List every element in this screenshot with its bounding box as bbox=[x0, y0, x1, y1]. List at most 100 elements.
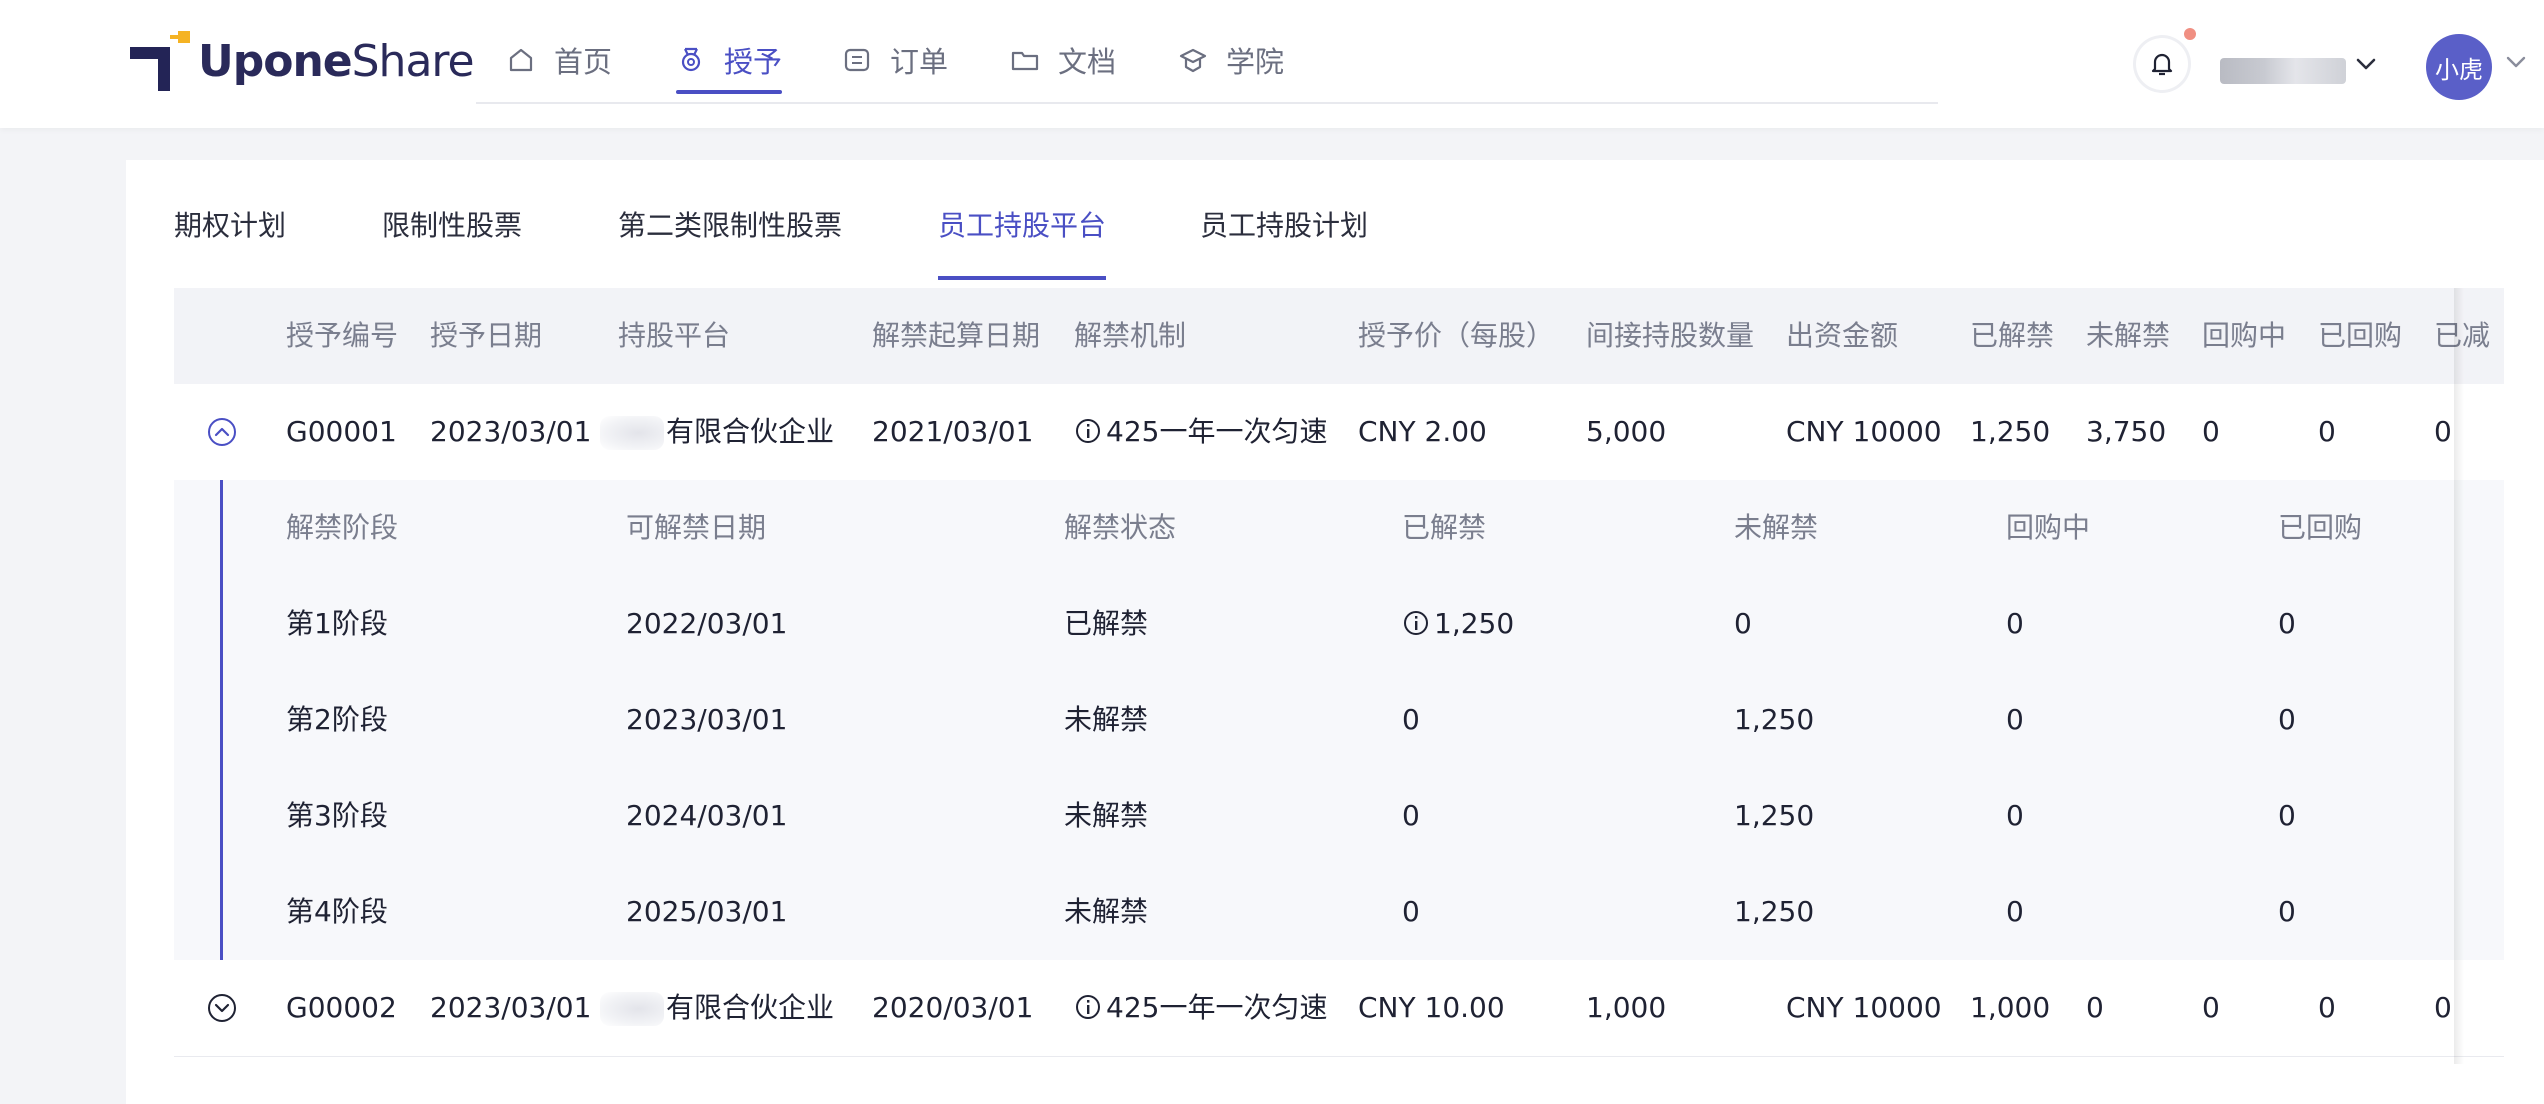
vest-start: 2020/03/01 bbox=[872, 991, 1034, 1024]
vest-status: 未解禁 bbox=[1064, 799, 1149, 832]
repurchased: 0 bbox=[2278, 607, 2296, 640]
vesting-detail-panel: 解禁阶段 可解禁日期 解禁状态 已解禁 未解禁 回购中 已回购 第1阶段 202… bbox=[174, 480, 2504, 960]
vesting-stage-row: 第4阶段 2025/03/01 未解禁 0 1,250 0 0 bbox=[174, 864, 2504, 960]
repurchasing: 0 bbox=[2006, 703, 2024, 736]
tab-restricted-stock[interactable]: 限制性股票 bbox=[382, 204, 522, 244]
sub-col-repurchasing: 回购中 bbox=[2006, 511, 2091, 544]
logo-text: UponeShare bbox=[198, 35, 475, 87]
vesting-stage-row: 第2阶段 2023/03/01 未解禁 0 1,250 0 0 bbox=[174, 672, 2504, 768]
nav-item-docs[interactable]: 文档 bbox=[1010, 32, 1116, 88]
col-amount[interactable]: 出资金额 bbox=[1786, 288, 1898, 384]
sub-col-repurchased: 已回购 bbox=[2278, 511, 2363, 544]
vest-start: 2021/03/01 bbox=[872, 415, 1034, 448]
vest-date: 2025/03/01 bbox=[626, 895, 788, 928]
vest-date: 2024/03/01 bbox=[626, 799, 788, 832]
amount: CNY 10000 bbox=[1786, 991, 1942, 1024]
vested: 0 bbox=[1402, 895, 1420, 928]
info-icon[interactable] bbox=[1074, 993, 1102, 1021]
stage: 第2阶段 bbox=[286, 703, 388, 736]
notification-dot bbox=[2184, 28, 2196, 40]
sub-col-stage: 解禁阶段 bbox=[286, 511, 399, 544]
col-repurchasing[interactable]: 回购中 bbox=[2202, 288, 2286, 384]
company-switcher[interactable] bbox=[2220, 58, 2346, 84]
col-price[interactable]: 授予价（每股） bbox=[1358, 288, 1554, 384]
repurchasing: 0 bbox=[2202, 991, 2220, 1024]
col-grant-date[interactable]: 授予日期 bbox=[430, 288, 542, 384]
amount: CNY 10000 bbox=[1786, 415, 1942, 448]
notification-button[interactable] bbox=[2136, 38, 2188, 90]
col-repurchased[interactable]: 已回购 bbox=[2318, 288, 2402, 384]
collapse-row-icon[interactable] bbox=[206, 416, 238, 448]
content-card: 期权计划 限制性股票 第二类限制性股票 员工持股平台 员工持股计划 授予编号 授… bbox=[126, 160, 2544, 1104]
sub-col-date: 可解禁日期 bbox=[626, 511, 767, 544]
tab-employee-platform[interactable]: 员工持股平台 bbox=[938, 204, 1107, 280]
medal-icon bbox=[681, 47, 701, 72]
grant-date: 2023/03/01 bbox=[430, 415, 592, 448]
grant-date: 2023/03/01 bbox=[430, 991, 592, 1024]
repurchased: 0 bbox=[2278, 799, 2296, 832]
repurchasing: 0 bbox=[2202, 415, 2220, 448]
col-vested[interactable]: 已解禁 bbox=[1970, 288, 2054, 384]
repurchased: 0 bbox=[2278, 703, 2296, 736]
nav-item-grant[interactable]: 授予 bbox=[676, 32, 783, 94]
mechanism[interactable]: 425一年一次匀速 bbox=[1074, 384, 1327, 480]
mechanism[interactable]: 425一年一次匀速 bbox=[1074, 960, 1327, 1056]
tab-class2-restricted-stock[interactable]: 第二类限制性股票 bbox=[618, 204, 842, 244]
expand-row-icon[interactable] bbox=[206, 992, 238, 1024]
redacted-platform-name bbox=[600, 992, 664, 1026]
avatar[interactable]: 小虎 bbox=[2426, 34, 2492, 100]
repurchasing: 0 bbox=[2006, 895, 2024, 928]
repurchased: 0 bbox=[2318, 991, 2336, 1024]
nav-item-home[interactable]: 首页 bbox=[506, 32, 612, 88]
vesting-stage-row: 第1阶段 2022/03/01 已解禁 1,250 0 0 0 bbox=[174, 576, 2504, 672]
shares: 5,000 bbox=[1586, 415, 1667, 448]
order-icon bbox=[844, 48, 870, 72]
nav-item-academy[interactable]: 学院 bbox=[1178, 32, 1284, 88]
nav-item-orders[interactable]: 订单 bbox=[842, 32, 948, 88]
col-shares[interactable]: 间接持股数量 bbox=[1586, 288, 1754, 384]
repurchasing: 0 bbox=[2006, 799, 2024, 832]
unvested: 0 bbox=[1734, 607, 1752, 640]
stage: 第3阶段 bbox=[286, 799, 388, 832]
vested: 1,250 bbox=[1970, 415, 2051, 448]
grant-no: G00001 bbox=[286, 415, 397, 448]
table-row[interactable]: G00002 2023/03/01 有限合伙企业 2020/03/01 425一… bbox=[174, 960, 2504, 1057]
unvested: 3,750 bbox=[2086, 415, 2167, 448]
repurchasing: 0 bbox=[2006, 607, 2024, 640]
shares: 1,000 bbox=[1586, 991, 1667, 1024]
info-icon[interactable] bbox=[1402, 609, 1430, 637]
logo-mark-icon bbox=[130, 31, 190, 91]
vest-status: 未解禁 bbox=[1064, 895, 1149, 928]
nav-label-academy: 学院 bbox=[1226, 45, 1285, 79]
sub-col-vested: 已解禁 bbox=[1402, 511, 1487, 544]
redacted-platform-name bbox=[600, 416, 664, 450]
col-vest-start[interactable]: 解禁起算日期 bbox=[872, 288, 1040, 384]
nav-label-orders: 订单 bbox=[890, 45, 949, 79]
tab-employee-plan[interactable]: 员工持股计划 bbox=[1200, 204, 1368, 244]
chevron-down-icon[interactable] bbox=[2502, 48, 2530, 76]
price: CNY 2.00 bbox=[1358, 415, 1487, 448]
main-nav: 首页 授予 订单 文档 学院 bbox=[476, 0, 1938, 104]
unvested: 1,250 bbox=[1734, 703, 1815, 736]
platform: 有限合伙企业 bbox=[600, 384, 834, 480]
vested: 0 bbox=[1402, 703, 1420, 736]
col-grant-no[interactable]: 授予编号 bbox=[286, 288, 398, 384]
chevron-down-icon[interactable] bbox=[2350, 48, 2382, 80]
vested[interactable]: 1,250 bbox=[1402, 576, 1514, 672]
tab-options[interactable]: 期权计划 bbox=[174, 204, 286, 244]
vesting-stage-row: 第3阶段 2024/03/01 未解禁 0 1,250 0 0 bbox=[174, 768, 2504, 864]
col-mechanism[interactable]: 解禁机制 bbox=[1074, 288, 1186, 384]
nav-label-docs: 文档 bbox=[1058, 45, 1117, 79]
unvested: 1,250 bbox=[1734, 799, 1815, 832]
sub-col-unvested: 未解禁 bbox=[1734, 511, 1819, 544]
logo[interactable]: UponeShare bbox=[128, 28, 475, 94]
table-row[interactable]: G00001 2023/03/01 有限合伙企业 2021/03/01 425一… bbox=[174, 384, 2504, 481]
repurchased: 0 bbox=[2318, 415, 2336, 448]
col-unvested[interactable]: 未解禁 bbox=[2086, 288, 2170, 384]
nav-label-home: 首页 bbox=[554, 45, 613, 79]
info-icon[interactable] bbox=[1074, 417, 1102, 445]
logo-text-light: Share bbox=[351, 35, 475, 87]
vest-date: 2023/03/01 bbox=[626, 703, 788, 736]
grants-table: 授予编号 授予日期 持股平台 解禁起算日期 解禁机制 授予价（每股） 间接持股数… bbox=[174, 288, 2504, 1064]
col-platform[interactable]: 持股平台 bbox=[618, 288, 730, 384]
